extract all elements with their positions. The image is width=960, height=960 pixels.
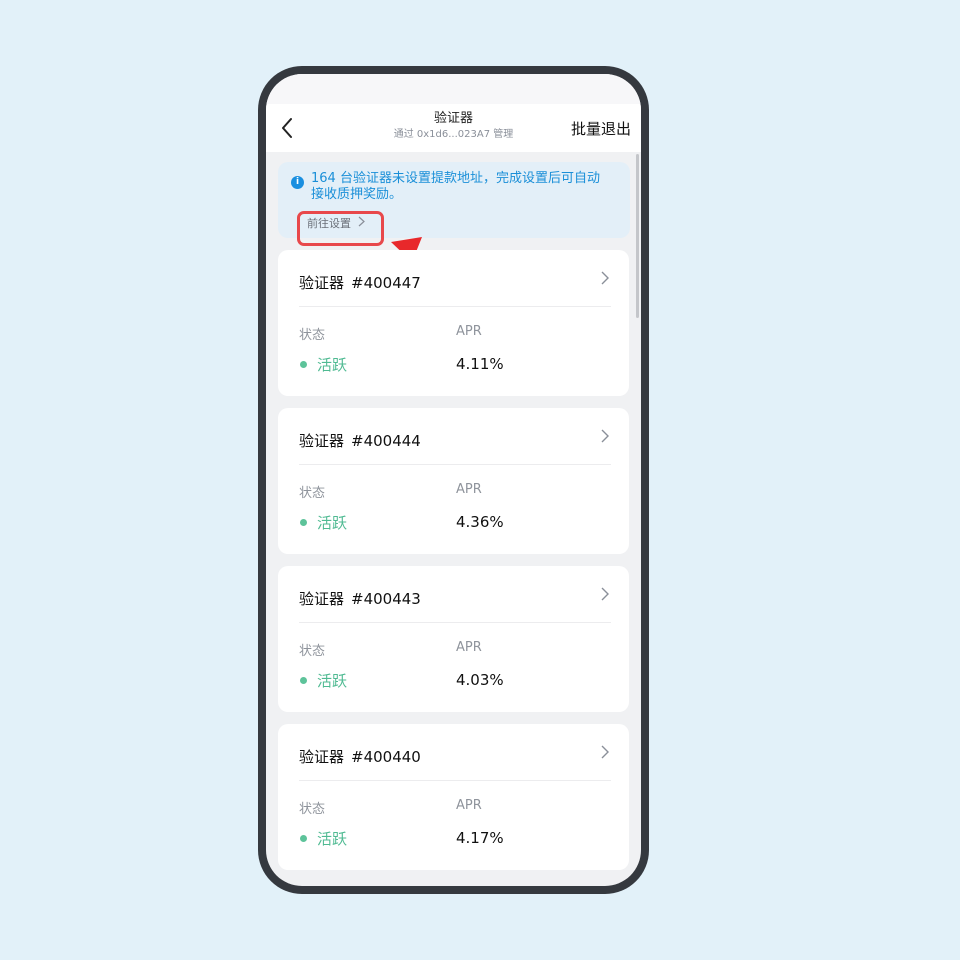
status-label: 状态 [299, 328, 326, 343]
validator-title: 验证器 #400443 [299, 590, 421, 608]
scrollbar[interactable] [636, 154, 639, 318]
highlight-box [297, 211, 384, 246]
validator-id: #400447 [351, 274, 421, 292]
apr-label: APR [456, 798, 482, 813]
page-subtitle: 通过 0x1d6...023A7 管理 [393, 129, 514, 140]
validator-title: 验证器 #400440 [299, 748, 421, 766]
validator-title: 验证器 #400444 [299, 432, 421, 450]
chevron-right-icon [601, 429, 609, 443]
apr-value: 4.17% [456, 829, 504, 847]
status-bar [266, 74, 641, 104]
apr-label: APR [456, 324, 482, 339]
status-label: 状态 [299, 802, 326, 817]
status-value: 活跃 [317, 356, 348, 374]
apr-label: APR [456, 640, 482, 655]
chevron-left-icon [282, 118, 292, 138]
back-button[interactable] [278, 116, 298, 140]
validator-card[interactable]: 验证器 #400443 状态 APR 活跃 4.03% [278, 566, 629, 712]
status-dot [300, 361, 307, 368]
divider [299, 780, 611, 781]
validator-id: #400440 [351, 748, 421, 766]
chevron-right-icon [601, 271, 609, 285]
divider [299, 464, 611, 465]
divider [299, 622, 611, 623]
apr-value: 4.36% [456, 513, 504, 531]
phone-screen: 验证器 通过 0x1d6...023A7 管理 批量退出 i 164 台验证器未… [266, 74, 641, 886]
validator-id: #400443 [351, 590, 421, 608]
title-block: 验证器 通过 0x1d6...023A7 管理 [366, 110, 541, 142]
nav-header: 验证器 通过 0x1d6...023A7 管理 批量退出 [266, 104, 641, 152]
page-title: 验证器 [433, 111, 473, 126]
batch-exit-button[interactable]: 批量退出 [571, 118, 631, 139]
chevron-right-icon [601, 745, 609, 759]
divider [299, 306, 611, 307]
apr-label: APR [456, 482, 482, 497]
status-label: 状态 [299, 644, 326, 659]
status-label: 状态 [299, 486, 326, 501]
validator-card[interactable]: 验证器 #400447 状态 APR 活跃 4.11% [278, 250, 629, 396]
status-dot [300, 519, 307, 526]
notice-text: 164 台验证器未设置提款地址，完成设置后可自动接收质押奖励。 [311, 171, 600, 202]
status-dot [300, 677, 307, 684]
status-value: 活跃 [317, 830, 348, 848]
validator-card[interactable]: 验证器 #400444 状态 APR 活跃 4.36% [278, 408, 629, 554]
validator-card[interactable]: 验证器 #400440 状态 APR 活跃 4.17% [278, 724, 629, 870]
status-dot [300, 835, 307, 842]
apr-value: 4.03% [456, 671, 504, 689]
phone-frame: 验证器 通过 0x1d6...023A7 管理 批量退出 i 164 台验证器未… [258, 66, 649, 894]
validator-title: 验证器 #400447 [299, 274, 421, 292]
apr-value: 4.11% [456, 355, 504, 373]
chevron-right-icon [601, 587, 609, 601]
info-icon: i [291, 176, 304, 189]
status-value: 活跃 [317, 672, 348, 690]
status-value: 活跃 [317, 514, 348, 532]
validator-id: #400444 [351, 432, 421, 450]
